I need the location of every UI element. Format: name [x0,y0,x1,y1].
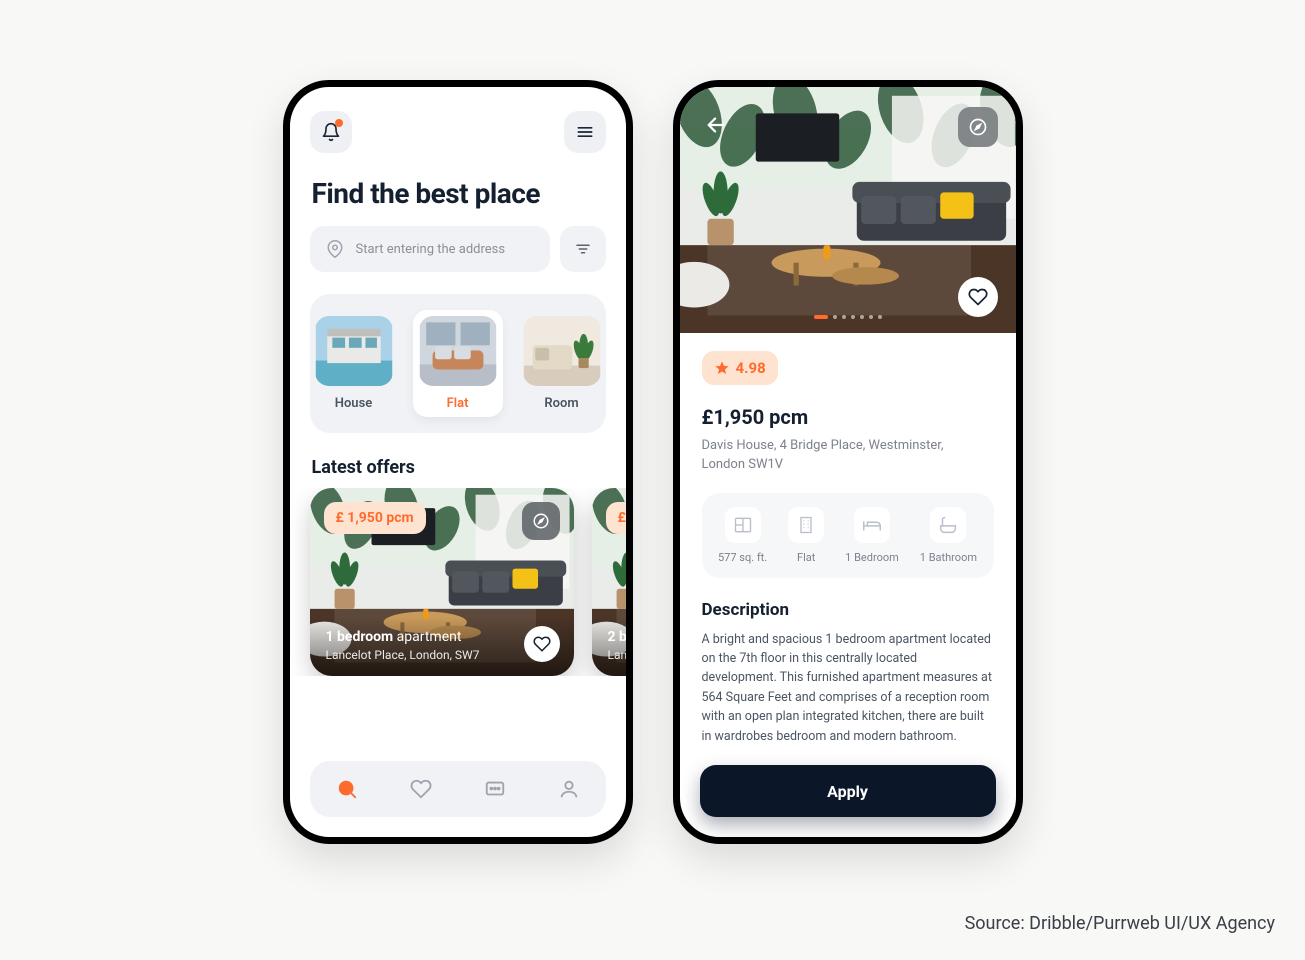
compass-button[interactable] [958,107,998,147]
pager-dot[interactable] [833,315,837,319]
detail-screen: 4.98 £1,950 pcm Davis House, 4 Bridge Pl… [673,80,1023,844]
offer-card[interactable]: £ 2,… 2 bed Lance… [592,488,626,676]
category-house[interactable]: House [309,310,399,417]
amenity-sqft: 577 sq. ft. [718,507,767,564]
tab-explore[interactable] [336,778,358,800]
amenities-strip: 577 sq. ft. Flat 1 Bedroom 1 Bathroom [702,493,994,578]
heart-icon [410,778,432,800]
apply-label: Apply [827,782,868,801]
search-row: Start entering the address [290,226,626,272]
pager-dot[interactable] [878,315,882,319]
amenity-type: Flat [788,507,824,564]
explore-icon [336,778,358,800]
filter-button[interactable] [560,226,606,272]
tab-messages[interactable] [484,778,506,800]
offer-meta: 2 bed Lance… [592,617,626,676]
building-icon [796,515,816,535]
favorite-button[interactable] [524,626,560,662]
top-bar [290,111,626,153]
listing-address: Davis House, 4 Bridge Place, Westminster… [702,437,982,475]
amenity-label: 1 Bedroom [845,551,899,564]
source-credit: Source: Dribble/Purrweb UI/UX Agency [965,913,1275,934]
description-heading: Description [702,600,994,620]
notifications-button[interactable] [310,111,352,153]
filter-icon [574,240,592,258]
notification-dot [335,119,343,127]
offers-carousel[interactable]: £ 1,950 pcm 1 bedroom apartment Lancelot… [290,488,626,676]
compass-button[interactable] [522,502,560,540]
amenity-label: 1 Bathroom [920,551,977,564]
house-thumb-image [315,316,393,386]
pin-icon [326,240,344,258]
listing-price: £1,950 pcm [702,405,994,429]
bed-icon [861,514,883,536]
price-pill: £ 1,950 pcm [324,502,426,534]
category-label: Room [544,396,578,411]
pager-dot[interactable] [851,315,855,319]
latest-offers-title: Latest offers [290,433,626,488]
pager-dot[interactable] [860,315,864,319]
category-flat[interactable]: Flat [413,310,503,417]
offer-title: 1 bedroom apartment [326,629,558,645]
home-screen: Find the best place Start entering the a… [283,80,633,844]
offer-address: Lancelot Place, London, SW7 [326,648,558,662]
user-icon [558,778,580,800]
favorite-button[interactable] [958,277,998,317]
description-text: A bright and spacious 1 bedroom apartmen… [702,630,994,746]
hero-image [680,87,1016,333]
amenity-label: Flat [797,551,815,564]
room-thumb-image [523,316,601,386]
pager-dot[interactable] [814,315,828,319]
category-room[interactable]: Room [517,310,607,417]
offer-address: Lance… [608,648,626,662]
offer-title: 2 bed [608,629,626,645]
bottom-tab-bar [310,761,606,817]
category-label: House [335,396,373,411]
compass-icon [532,512,550,530]
pager-dot[interactable] [842,315,846,319]
star-icon [714,360,730,376]
detail-body: 4.98 £1,950 pcm Davis House, 4 Bridge Pl… [680,333,1016,746]
compass-icon [968,117,988,137]
bath-icon [937,514,959,536]
amenity-bedrooms: 1 Bedroom [845,507,899,564]
menu-button[interactable] [564,111,606,153]
category-label: Flat [447,396,469,411]
tab-profile[interactable] [558,778,580,800]
chat-icon [484,778,506,800]
search-input[interactable]: Start entering the address [310,226,550,272]
category-chooser: House Flat Room [310,294,606,433]
amenity-bathrooms: 1 Bathroom [920,507,977,564]
menu-icon [575,122,595,142]
page-title: Find the best place [290,153,626,226]
rating-value: 4.98 [736,359,766,377]
tab-favorites[interactable] [410,778,432,800]
flat-thumb-image [419,316,497,386]
heart-icon [968,287,988,307]
apply-button[interactable]: Apply [700,765,996,817]
image-pager[interactable] [680,315,1016,319]
amenity-label: 577 sq. ft. [718,551,767,564]
back-button[interactable] [698,107,734,143]
arrow-left-icon [705,114,727,136]
pager-dot[interactable] [869,315,873,319]
heart-icon [533,635,551,653]
offer-card[interactable]: £ 1,950 pcm 1 bedroom apartment Lancelot… [310,488,574,676]
rating-pill: 4.98 [702,351,778,385]
search-placeholder: Start entering the address [356,242,506,257]
floorplan-icon [733,515,753,535]
price-pill: £ 2,… [606,502,626,534]
